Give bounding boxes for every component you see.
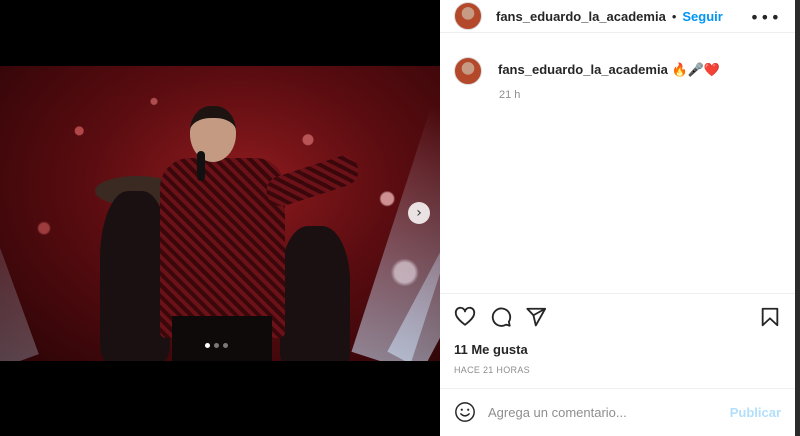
comment-input[interactable] xyxy=(488,400,718,424)
carousel-dot xyxy=(205,343,210,348)
singer-legs xyxy=(172,316,272,361)
caption-username[interactable]: fans_eduardo_la_academia xyxy=(498,62,668,77)
carousel-dot xyxy=(223,343,228,348)
divider xyxy=(440,388,795,389)
emoji-smile-icon[interactable] xyxy=(454,401,476,423)
caption-time[interactable]: 21 h xyxy=(499,89,520,101)
background-edge xyxy=(795,0,800,436)
carousel-dot xyxy=(214,343,219,348)
likes-count[interactable]: 11 Me gusta xyxy=(454,342,528,357)
caption-text: fans_eduardo_la_academia 🔥🎤❤️ xyxy=(498,57,720,78)
post-photo[interactable] xyxy=(0,66,440,361)
follow-button[interactable]: Seguir xyxy=(682,9,722,24)
microphone xyxy=(197,151,205,181)
more-horizontal-icon[interactable]: ••• xyxy=(750,8,781,27)
avatar[interactable] xyxy=(454,2,482,30)
separator-dot: • xyxy=(671,8,677,24)
next-photo-button[interactable]: › xyxy=(408,202,430,224)
header-username[interactable]: fans_eduardo_la_academia xyxy=(496,9,666,24)
chevron-right-icon: › xyxy=(416,205,422,221)
caption-emojis: 🔥🎤❤️ xyxy=(671,62,720,77)
singer-arm xyxy=(262,152,363,210)
bookmark-icon[interactable] xyxy=(759,306,781,328)
heart-icon[interactable] xyxy=(454,306,476,328)
stage-light xyxy=(0,109,39,361)
media-area: › xyxy=(0,0,440,436)
divider xyxy=(440,293,795,294)
post-date[interactable]: HACE 21 HORAS xyxy=(454,365,530,375)
paper-plane-icon[interactable] xyxy=(525,306,547,328)
post-side-panel: fans_eduardo_la_academia • Seguir ••• fa… xyxy=(440,0,795,436)
avatar[interactable] xyxy=(454,57,482,85)
publish-button[interactable]: Publicar xyxy=(730,405,781,420)
comment-icon[interactable] xyxy=(490,306,512,328)
caption: fans_eduardo_la_academia 🔥🎤❤️ xyxy=(454,57,720,85)
mariachi-right xyxy=(280,226,350,361)
post-header: fans_eduardo_la_academia • Seguir ••• xyxy=(440,0,795,33)
carousel-indicator xyxy=(205,343,228,348)
